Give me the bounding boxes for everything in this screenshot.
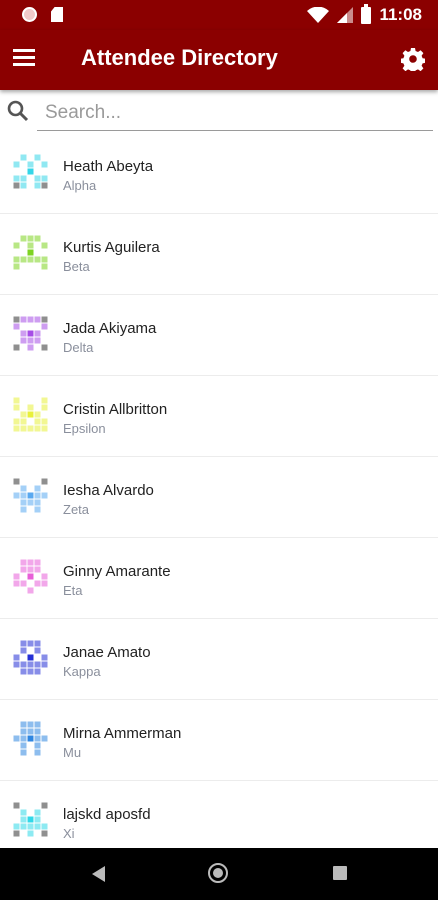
attendee-name: Cristin Allbritton — [63, 401, 168, 418]
attendee-group: Eta — [63, 583, 83, 598]
list-item[interactable]: Cristin Allbritton Epsilon — [0, 376, 438, 457]
status-bar: 11:08 — [0, 0, 438, 30]
back-icon[interactable] — [92, 866, 105, 882]
attendee-group: Xi — [63, 826, 75, 841]
status-time: 11:08 — [379, 5, 422, 24]
attendee-name: Kurtis Aguilera — [63, 239, 160, 256]
avatar-icon — [13, 316, 48, 351]
attendee-group: Kappa — [63, 664, 101, 679]
avatar-icon — [13, 235, 48, 270]
list-item[interactable]: Jada Akiyama Delta — [0, 295, 438, 376]
list-item[interactable]: Mirna Ammerman Mu — [0, 700, 438, 781]
avatar-icon — [13, 721, 48, 756]
sd-card-icon — [51, 7, 63, 22]
record-icon — [22, 7, 37, 22]
avatar-icon — [13, 154, 48, 189]
attendee-name: Mirna Ammerman — [63, 725, 182, 742]
home-icon[interactable] — [208, 863, 228, 883]
attendee-name: lajskd aposfd — [63, 806, 151, 823]
attendee-name: Iesha Alvardo — [63, 482, 154, 499]
page-title: Attendee Directory — [81, 45, 278, 70]
attendee-name: Ginny Amarante — [63, 563, 171, 580]
search-icon — [7, 100, 29, 122]
avatar-icon — [13, 478, 48, 513]
wifi-icon — [307, 7, 330, 23]
attendee-list: Heath Abeyta Alpha Kurtis Aguilera Beta Jada… — [0, 133, 438, 862]
list-item[interactable]: Janae Amato Kappa — [0, 619, 438, 700]
attendee-name: Janae Amato — [63, 644, 151, 661]
attendee-group: Beta — [63, 259, 90, 274]
list-item[interactable]: Kurtis Aguilera Beta — [0, 214, 438, 295]
recent-apps-icon[interactable] — [333, 866, 347, 880]
avatar-icon — [13, 397, 48, 432]
attendee-group: Zeta — [63, 502, 90, 517]
attendee-group: Epsilon — [63, 421, 106, 436]
search-input[interactable] — [37, 96, 433, 131]
app-bar: Attendee Directory — [0, 30, 438, 90]
attendee-name: Heath Abeyta — [63, 158, 154, 175]
menu-icon[interactable] — [13, 49, 35, 67]
gear-icon[interactable] — [401, 47, 425, 71]
avatar-icon — [13, 559, 48, 594]
battery-icon — [361, 3, 372, 24]
attendee-name: Jada Akiyama — [63, 320, 157, 337]
list-item[interactable]: Heath Abeyta Alpha — [0, 133, 438, 214]
avatar-icon — [13, 640, 48, 675]
list-item[interactable]: Ginny Amarante Eta — [0, 538, 438, 619]
attendee-group: Mu — [63, 745, 82, 760]
list-item[interactable]: Iesha Alvardo Zeta — [0, 457, 438, 538]
attendee-group: Delta — [63, 340, 94, 355]
navigation-bar — [0, 848, 438, 900]
attendee-group: Alpha — [63, 178, 97, 193]
signal-icon — [337, 7, 354, 23]
avatar-icon — [13, 802, 48, 837]
